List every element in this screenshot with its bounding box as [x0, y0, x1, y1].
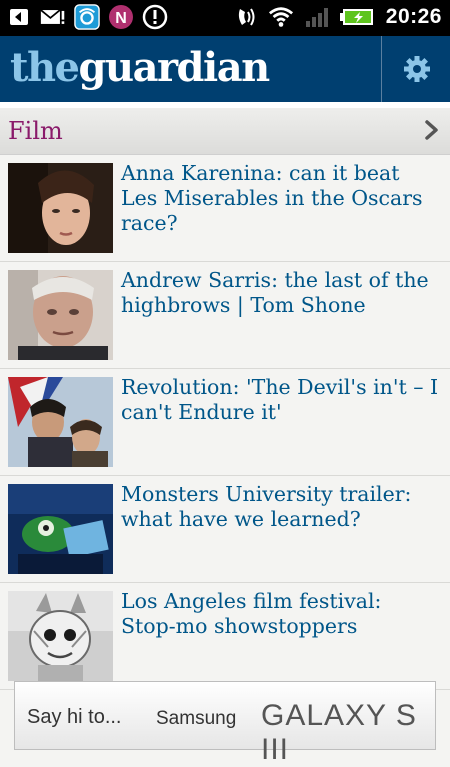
ad-brand: Samsung [156, 708, 237, 729]
article-item[interactable]: Revolution: 'The Devil's in't – I can't … [0, 369, 450, 476]
logo-guardian: guardian [78, 44, 271, 91]
article-headline: Monsters University trailer: what have w… [121, 482, 412, 531]
signal-icon [304, 4, 330, 30]
article-thumbnail [8, 270, 113, 360]
clock: 20:26 [385, 5, 442, 28]
article-headline: Los Angeles film festival: Stop-mo shows… [121, 589, 382, 638]
alert-icon [142, 4, 168, 30]
section-title: Film [8, 117, 63, 145]
app-header: theguardian [0, 36, 450, 102]
section-header[interactable]: Film [0, 108, 450, 155]
ad-banner[interactable]: Say hi to... Samsung GALAXY S III [14, 681, 436, 766]
gear-icon [403, 56, 430, 82]
article-thumbnail [8, 484, 113, 574]
vibrate-icon [232, 4, 258, 30]
status-bar: N 20:26 [0, 0, 450, 36]
logo-the: the [10, 44, 80, 91]
battery-icon [339, 4, 376, 30]
notifications-icon: N [108, 4, 134, 30]
ad-product: GALAXY S III [261, 699, 417, 766]
app-icon [74, 4, 100, 30]
article-item[interactable]: Andrew Sarris: the last of the highbrows… [0, 262, 450, 369]
article-item[interactable]: Los Angeles film festival: Stop-mo shows… [0, 583, 450, 690]
article-headline: Revolution: 'The Devil's in't – I can't … [121, 375, 439, 424]
mail-icon [40, 4, 66, 30]
wifi-icon [268, 4, 294, 30]
svg-text:N: N [115, 10, 127, 27]
article-item[interactable]: Anna Karenina: can it beat Les Miserable… [0, 155, 450, 262]
article-list: Anna Karenina: can it beat Les Miserable… [0, 155, 450, 690]
ad-tagline: Say hi to... [27, 706, 122, 728]
article-thumbnail [8, 163, 113, 253]
article-headline: Anna Karenina: can it beat Les Miserable… [121, 161, 423, 235]
guardian-logo[interactable]: theguardian [10, 40, 271, 96]
article-thumbnail [8, 591, 113, 681]
article-item[interactable]: Monsters University trailer: what have w… [0, 476, 450, 583]
article-thumbnail [8, 377, 113, 467]
settings-button[interactable] [383, 36, 450, 102]
header-divider [381, 36, 382, 102]
chevron-right-icon [425, 120, 438, 140]
article-headline: Andrew Sarris: the last of the highbrows… [121, 268, 429, 317]
usb-debug-icon [6, 4, 32, 30]
